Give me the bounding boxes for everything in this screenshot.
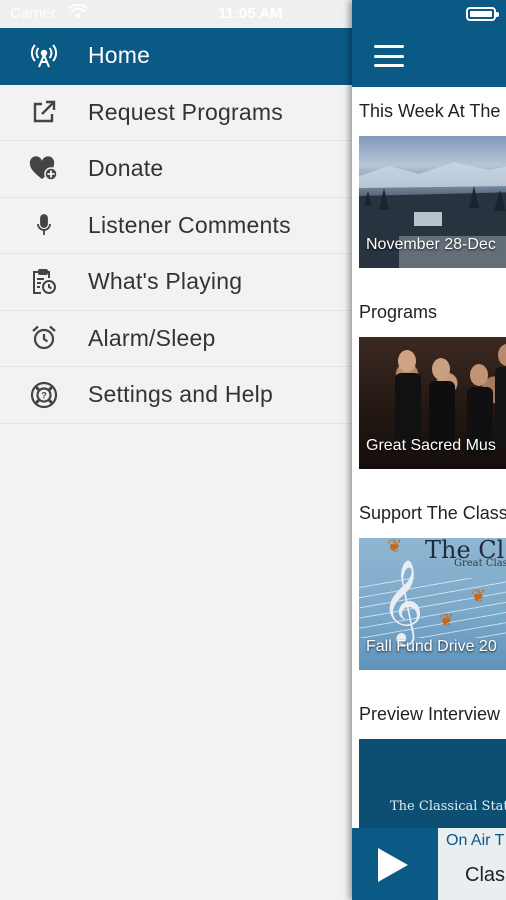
carrier-label: Carrier [10, 5, 56, 22]
card-image-text: The Classical Statio [390, 799, 506, 814]
main-panel: This Week At The November 28-Dec Program… [352, 0, 506, 900]
leaf-icon: ❦ [439, 610, 455, 630]
section-title-support: Support The Class [359, 503, 506, 523]
alarm-clock-icon [0, 324, 88, 352]
card-this-week[interactable]: November 28-Dec [359, 136, 506, 268]
heart-plus-icon [0, 156, 88, 182]
card-preview[interactable]: The Classical Statio [359, 739, 506, 839]
menu-item-label: Request Programs [88, 98, 283, 125]
battery-icon [466, 7, 499, 21]
menu-item-label: Settings and Help [88, 381, 273, 408]
now-playing-box[interactable]: On Air T Clas [438, 828, 506, 900]
menu-item-settings-help[interactable]: ? Settings and Help [0, 367, 352, 424]
card-caption: Fall Fund Drive 20 [366, 638, 497, 655]
section-title-this-week: This Week At The [359, 101, 501, 121]
card-programs[interactable]: Great Sacred Mus [359, 337, 506, 469]
menu-item-whats-playing[interactable]: What's Playing [0, 254, 352, 311]
microphone-icon [0, 212, 88, 238]
clock-time: 11:05 AM [218, 5, 283, 22]
hamburger-menu-icon[interactable] [374, 45, 404, 67]
menu-item-label: Alarm/Sleep [88, 324, 216, 351]
treble-clef-icon: 𝄞 [381, 558, 424, 642]
navigation-drawer: Home Request Programs Donate Listener Co… [0, 0, 352, 900]
menu-item-label: Listener Comments [88, 211, 291, 238]
help-circle-icon: ? [0, 381, 88, 409]
audio-player-bar: On Air T Clas [352, 828, 506, 900]
card-caption: Great Sacred Mus [366, 437, 496, 454]
status-bar: Carrier 11:05 AM [0, 0, 506, 28]
svg-text:?: ? [41, 390, 47, 400]
card-support[interactable]: 𝄞 The Cl Great Clas ❦ ❦ ❦ Fall Fund Driv… [359, 538, 506, 670]
menu-item-home[interactable]: Home [0, 28, 352, 85]
menu-item-label: Home [88, 42, 151, 69]
card-image-subtitle: Great Clas [454, 558, 506, 569]
menu-item-label: What's Playing [88, 268, 243, 295]
play-icon[interactable] [378, 848, 408, 882]
on-air-label: On Air T [446, 832, 505, 849]
section-title-programs: Programs [359, 302, 438, 322]
external-link-icon [0, 99, 88, 125]
now-playing-title: Clas [465, 864, 506, 886]
menu-item-request-programs[interactable]: Request Programs [0, 85, 352, 141]
wifi-icon [68, 3, 88, 24]
section-title-preview: Preview Interview [359, 704, 501, 724]
card-caption: November 28-Dec [366, 236, 496, 253]
leaf-icon: ❦ [387, 538, 403, 556]
menu-item-donate[interactable]: Donate [0, 141, 352, 198]
menu-item-label: Donate [88, 155, 164, 182]
menu-item-alarm-sleep[interactable]: Alarm/Sleep [0, 311, 352, 367]
clipboard-clock-icon [0, 268, 88, 296]
menu-item-listener-comments[interactable]: Listener Comments [0, 198, 352, 254]
leaf-icon: ❦ [471, 586, 487, 606]
radio-tower-icon [0, 43, 88, 69]
